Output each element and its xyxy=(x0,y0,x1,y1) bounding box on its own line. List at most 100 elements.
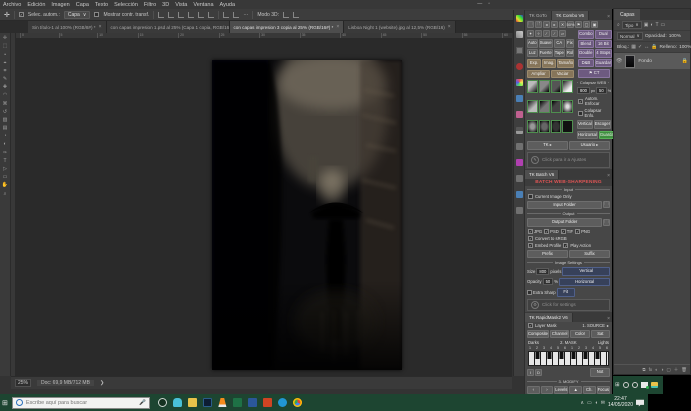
brush-icon[interactable]: ▱ xyxy=(559,30,566,37)
tk-icon-button[interactable]: ◂ xyxy=(543,21,550,28)
lock-pixels-icon[interactable]: ✓ xyxy=(638,44,642,50)
folder-icon[interactable] xyxy=(651,382,658,388)
close-icon[interactable]: × xyxy=(448,24,451,30)
size-field[interactable]: 800 xyxy=(536,268,549,275)
tk-icon-button[interactable]: ▣ xyxy=(591,21,598,28)
menu-item[interactable]: 3D xyxy=(162,2,169,8)
tray-display-icon[interactable]: ▭ xyxy=(587,400,592,406)
brush-icon[interactable]: ∕ xyxy=(543,30,550,37)
add-mask-icon[interactable]: ◐ xyxy=(655,367,658,372)
tool-icon[interactable]: ▤ xyxy=(3,126,8,131)
taskbar-app-icon[interactable] xyxy=(158,398,167,407)
panel-dock-icon[interactable] xyxy=(516,95,523,102)
mask-thumbnail[interactable] xyxy=(539,100,550,113)
auto-select-dropdown[interactable]: Capa∨ xyxy=(64,11,91,19)
source-button[interactable]: Color xyxy=(570,330,589,339)
duplicate-button[interactable]: D xyxy=(535,369,542,376)
tk-action-button[interactable]: Exp. xyxy=(527,59,541,68)
menu-item[interactable]: Filtro xyxy=(144,2,156,8)
taskbar-app-icon[interactable] xyxy=(263,398,272,407)
zone-number[interactable]: 5 xyxy=(599,346,601,350)
menu-item[interactable]: Capa xyxy=(76,2,89,8)
brush-icon[interactable]: ✦ xyxy=(527,30,534,37)
document-tab[interactable]: con capas impresion 3 copia al 25% (RGB/… xyxy=(230,21,345,33)
taskbar-app-icon[interactable] xyxy=(293,398,302,407)
tk-icon-button[interactable]: ⚑ xyxy=(575,21,582,28)
play-action-checkbox[interactable] xyxy=(563,243,568,248)
tool-icon[interactable]: ✚ xyxy=(3,85,7,90)
embed-profile-checkbox[interactable] xyxy=(528,243,533,248)
output-folder-button[interactable]: Output Folder xyxy=(527,218,602,227)
modify-button[interactable]: › xyxy=(541,386,554,395)
layer-mask-checkbox[interactable] xyxy=(528,323,533,328)
mode3d-pan-icon[interactable] xyxy=(293,12,299,18)
move-tool-icon[interactable]: ✛ xyxy=(4,11,10,19)
brush-icon[interactable]: ∕ xyxy=(551,30,558,37)
menu-item[interactable]: Texto xyxy=(95,2,108,8)
tool-icon[interactable]: ⌕ xyxy=(4,192,7,197)
align-left-icon[interactable] xyxy=(158,12,164,18)
layer-style-icon[interactable]: fx xyxy=(649,367,653,372)
close-icon[interactable]: × xyxy=(607,173,612,179)
source-button[interactable]: Composite xyxy=(527,330,549,339)
taskbar-app-icon[interactable] xyxy=(203,398,212,407)
mask-thumbnail[interactable] xyxy=(551,120,562,133)
taskbar-app-icon[interactable] xyxy=(278,398,287,407)
tool-icon[interactable]: ⌗ xyxy=(4,69,7,74)
close-icon[interactable]: × xyxy=(607,14,612,20)
layer-row-fondo[interactable]: 👁 Fondo 🔒 xyxy=(614,53,690,69)
source-button[interactable]: Channel xyxy=(550,330,569,339)
action-center-icon[interactable] xyxy=(636,399,644,407)
mask-thumbnail[interactable] xyxy=(562,80,573,93)
tk-action-button[interactable]: Combo xyxy=(578,30,594,39)
visibility-eye-icon[interactable]: 👁 xyxy=(616,58,622,64)
lights-label[interactable]: Lights xyxy=(598,340,609,345)
panel-dock-icon[interactable] xyxy=(516,175,523,182)
taskbar-app-icon[interactable] xyxy=(173,398,182,407)
menu-item[interactable]: Vista xyxy=(175,2,187,8)
tool-icon[interactable]: ⌘ xyxy=(3,102,8,107)
zone-number[interactable]: 5 xyxy=(557,346,559,350)
web-pct-field[interactable]: 50 xyxy=(596,87,607,94)
extra-sharp-checkbox[interactable] xyxy=(527,290,532,295)
close-icon[interactable]: × xyxy=(99,24,102,30)
convert-srgb-checkbox[interactable] xyxy=(528,236,533,241)
tk-action-button[interactable]: Guardar xyxy=(595,59,612,68)
format-checkbox[interactable] xyxy=(575,229,580,234)
tab-tk-combo[interactable]: TK Combo V6 xyxy=(552,11,589,20)
close-icon[interactable]: × xyxy=(336,24,339,30)
tool-icon[interactable]: ▷ xyxy=(3,167,7,172)
tray-volume-icon[interactable]: ◖ xyxy=(595,400,598,406)
tk-action-button[interactable]: Imag. xyxy=(542,59,556,68)
tk-combo-prompt[interactable]: ✎ Click para ir a Ajustes xyxy=(527,152,610,168)
format-option[interactable]: JPG xyxy=(528,229,542,234)
layer-thumbnail[interactable] xyxy=(625,55,635,68)
tk-icon-button[interactable]: ▸ xyxy=(551,21,558,28)
panel-dock-icon[interactable] xyxy=(516,159,523,166)
tab-tk-rapidmask[interactable]: TK RapidMask2 V6 xyxy=(525,313,573,322)
cortana-icon[interactable] xyxy=(623,382,629,388)
web-check2[interactable] xyxy=(578,111,583,116)
distribute-vertical-icon[interactable] xyxy=(223,12,229,18)
suffix-dropdown[interactable]: Suffix xyxy=(569,250,610,259)
more-options-button[interactable]: ··· xyxy=(243,12,248,18)
format-option[interactable]: TIF xyxy=(561,229,573,234)
tk-action-button[interactable]: 4 Stops xyxy=(595,49,612,58)
tk-icon-button[interactable]: 50% xyxy=(567,21,574,28)
tool-icon[interactable]: ◔ xyxy=(3,134,6,139)
tk-flag-button[interactable]: ⚑ CT xyxy=(578,69,610,78)
tk-icon-button[interactable]: 🗋 xyxy=(535,21,542,28)
panel-dock-icon[interactable] xyxy=(516,111,523,118)
menu-item[interactable]: Ventana xyxy=(193,2,213,8)
opacity-value[interactable]: 100% xyxy=(669,34,681,39)
filter-adjustment-icon[interactable]: ◐ xyxy=(650,22,653,28)
web-check1[interactable] xyxy=(578,99,583,104)
source-button[interactable]: Sat xyxy=(591,330,610,339)
format-option[interactable]: PSD xyxy=(544,229,559,234)
modify-button[interactable]: Focus xyxy=(597,386,610,395)
align-right-icon[interactable] xyxy=(178,12,184,18)
modify-button[interactable]: Levels xyxy=(554,386,568,395)
zone-number[interactable]: 4 xyxy=(550,346,552,350)
panel-dock-icon[interactable] xyxy=(516,15,523,22)
tk-icon-button[interactable]: 🗀 xyxy=(527,21,534,28)
